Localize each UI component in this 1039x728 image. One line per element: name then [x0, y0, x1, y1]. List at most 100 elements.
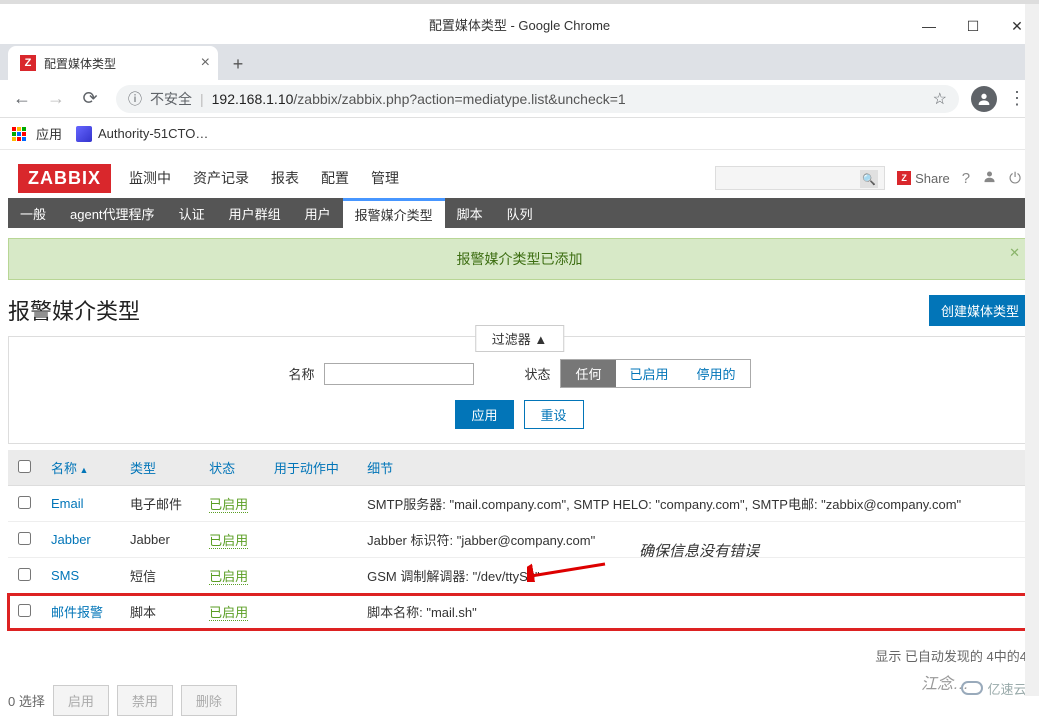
bookmark-item[interactable]: Authority-51CTO… [76, 126, 208, 142]
row-status-link[interactable]: 已启用 [209, 497, 248, 513]
row-checkbox[interactable] [18, 496, 31, 509]
page-header: 报警媒介类型 创建媒体类型 [8, 294, 1031, 326]
search-icon[interactable]: 🔍 [860, 170, 878, 188]
apps-shortcut[interactable]: 应用 [12, 124, 62, 143]
filter-apply-button[interactable]: 应用 [455, 400, 513, 429]
yisu-label: 亿速云 [987, 679, 1026, 698]
zabbix-share-link[interactable]: Z Share [897, 171, 950, 186]
row-checkbox[interactable] [18, 532, 31, 545]
subnav-auth[interactable]: 认证 [167, 198, 217, 228]
page-content: ZABBIX 监测中 资产记录 报表 配置 管理 🔍 Z Share ? ⏻ 一… [8, 158, 1031, 716]
share-logo-icon: Z [897, 171, 911, 185]
th-name[interactable]: 名称 [41, 450, 120, 486]
logout-icon[interactable]: ⏻ [1009, 170, 1021, 187]
zabbix-logo[interactable]: ZABBIX [18, 164, 111, 193]
row-checkbox[interactable] [18, 568, 31, 581]
row-type: 电子邮件 [120, 486, 199, 522]
window-maximize-button[interactable]: ☐ [951, 8, 995, 44]
topnav-config[interactable]: 配置 [321, 168, 349, 188]
profile-icon[interactable] [971, 86, 997, 112]
row-details: 脚本名称: "mail.sh" [357, 594, 1031, 630]
zabbix-subnav: 一般 agent代理程序 认证 用户群组 用户 报警媒介类型 脚本 队列 [8, 198, 1031, 228]
subnav-users[interactable]: 用户 [293, 198, 343, 228]
zabbix-topnav: 监测中 资产记录 报表 配置 管理 [129, 168, 399, 188]
message-close-icon[interactable]: ✕ [1009, 245, 1020, 261]
bulk-enable-button[interactable]: 启用 [53, 685, 109, 716]
th-status[interactable]: 状态 [199, 450, 264, 486]
nav-back-icon[interactable]: ← [8, 85, 36, 113]
filter-reset-button[interactable]: 重设 [524, 400, 584, 429]
row-name-link[interactable]: Email [51, 496, 84, 511]
topnav-reports[interactable]: 报表 [271, 168, 299, 188]
th-details[interactable]: 细节 [357, 450, 1031, 486]
site-info-icon[interactable]: ⓘ [128, 89, 142, 109]
bookmark-favicon [76, 126, 92, 142]
filter-name-input[interactable] [324, 363, 474, 385]
browser-addressbar: ← → ⟳ ⓘ 不安全 | 192.168.1.10/zabbix/zabbix… [0, 80, 1039, 118]
row-status-link[interactable]: 已启用 [209, 569, 248, 585]
row-status-link[interactable]: 已启用 [209, 605, 248, 621]
new-tab-button[interactable]: + [224, 50, 252, 78]
filter-panel: 过滤器 ▲ 名称 状态 任何 已启用 停用的 应用 重设 [8, 336, 1031, 444]
filter-toggle-button[interactable]: 过滤器 ▲ [475, 325, 564, 352]
window-minimize-button[interactable]: — [907, 8, 951, 44]
vertical-scrollbar[interactable] [1025, 4, 1039, 696]
seg-disabled-button[interactable]: 停用的 [683, 360, 750, 387]
tab-close-icon[interactable]: × [201, 54, 210, 72]
bulk-selected-count: 0 选择 [8, 691, 45, 710]
subnav-mediatypes[interactable]: 报警媒介类型 [343, 198, 445, 228]
th-type[interactable]: 类型 [120, 450, 199, 486]
table-row: SMS 短信 已启用 GSM 调制解调器: "/dev/ttyS0" [8, 558, 1031, 594]
bulk-delete-button[interactable]: 删除 [181, 685, 237, 716]
message-text: 报警媒介类型已添加 [457, 251, 583, 267]
topnav-admin[interactable]: 管理 [371, 168, 399, 188]
table-row: Jabber Jabber 已启用 Jabber 标识符: "jabber@co… [8, 522, 1031, 558]
create-mediatype-button[interactable]: 创建媒体类型 [929, 295, 1031, 326]
seg-any-button[interactable]: 任何 [561, 360, 615, 387]
url-host: 192.168.1.10 [212, 91, 294, 107]
apps-grid-icon [12, 127, 26, 141]
bookmark-bar: 应用 Authority-51CTO… [0, 118, 1039, 150]
subnav-proxies[interactable]: agent代理程序 [58, 198, 167, 228]
subnav-scripts[interactable]: 脚本 [445, 198, 495, 228]
row-name-link[interactable]: SMS [51, 568, 79, 583]
bookmark-star-icon[interactable]: ☆ [933, 89, 947, 109]
topnav-inventory[interactable]: 资产记录 [193, 168, 249, 188]
url-path: /zabbix/zabbix.php?action=mediatype.list… [293, 91, 625, 107]
browser-tab[interactable]: Z 配置媒体类型 × [8, 46, 218, 80]
window-titlebar: 配置媒体类型 - Google Chrome — ☐ ✕ [0, 0, 1039, 44]
filter-name-label: 名称 [288, 364, 314, 383]
row-type: 短信 [120, 558, 199, 594]
row-used-in [264, 522, 357, 558]
annotation-text: 确保信息没有错误 [639, 540, 759, 561]
subnav-queue[interactable]: 队列 [495, 198, 545, 228]
filter-status-segment: 任何 已启用 停用的 [560, 359, 750, 388]
th-used-in[interactable]: 用于动作中 [264, 450, 357, 486]
topnav-monitoring[interactable]: 监测中 [129, 168, 171, 188]
seg-enabled-button[interactable]: 已启用 [616, 360, 683, 387]
url-input[interactable]: ⓘ 不安全 | 192.168.1.10/zabbix/zabbix.php?a… [116, 85, 959, 113]
filter-row: 名称 状态 任何 已启用 停用的 [288, 359, 750, 388]
zabbix-topbar: ZABBIX 监测中 资产记录 报表 配置 管理 🔍 Z Share ? ⏻ [8, 158, 1031, 198]
table-header-row: 名称 类型 状态 用于动作中 细节 [8, 450, 1031, 486]
bulk-disable-button[interactable]: 禁用 [117, 685, 173, 716]
nav-reload-icon[interactable]: ⟳ [76, 85, 104, 113]
row-status-link[interactable]: 已启用 [209, 533, 248, 549]
mediatypes-table: 名称 类型 状态 用于动作中 细节 Email 电子邮件 已启用 SMTP服务器… [8, 450, 1031, 630]
select-all-checkbox[interactable] [18, 460, 31, 473]
nav-forward-icon[interactable]: → [42, 85, 70, 113]
row-name-link[interactable]: 邮件报警 [51, 605, 103, 620]
page-title: 报警媒介类型 [8, 294, 140, 326]
table-row-highlighted: 邮件报警 脚本 已启用 脚本名称: "mail.sh" [8, 594, 1031, 630]
subnav-usergroups[interactable]: 用户群组 [217, 198, 293, 228]
subnav-general[interactable]: 一般 [8, 198, 58, 228]
window-controls: — ☐ ✕ [907, 8, 1039, 44]
annotation-arrow-icon [527, 552, 607, 582]
browser-tabbar: Z 配置媒体类型 × + [0, 44, 1039, 80]
tab-title: 配置媒体类型 [44, 55, 116, 72]
help-icon[interactable]: ? [962, 170, 970, 187]
row-name-link[interactable]: Jabber [51, 532, 91, 547]
user-icon[interactable] [982, 169, 997, 188]
row-checkbox[interactable] [18, 604, 31, 617]
zabbix-search-input[interactable]: 🔍 [715, 166, 885, 190]
